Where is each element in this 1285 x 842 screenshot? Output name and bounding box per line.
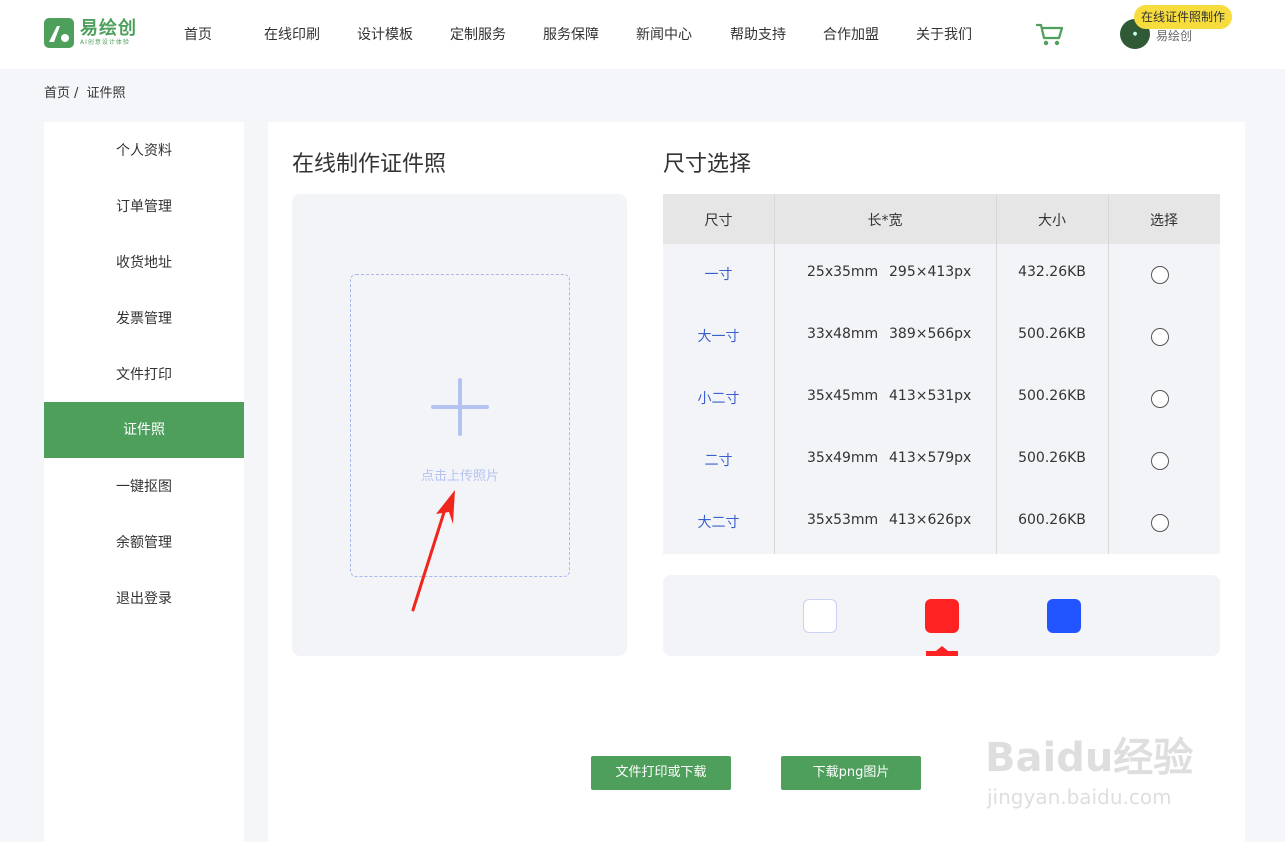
breadcrumb: 首页 / 证件照: [44, 82, 130, 101]
size-px: 389×566px: [889, 326, 972, 342]
file-size: 500.26KB: [1018, 326, 1086, 342]
cart-icon[interactable]: [1035, 22, 1065, 48]
logo-name: 易绘创: [80, 18, 137, 39]
download-png-button[interactable]: 下载png图片: [781, 756, 921, 790]
sidebar-item-profile[interactable]: 个人资料: [44, 123, 244, 179]
nav-help[interactable]: 帮助支持: [730, 24, 786, 44]
upload-panel: 点击上传照片: [292, 194, 627, 656]
background-color-panel: [663, 575, 1220, 656]
file-size: 432.26KB: [1018, 264, 1086, 280]
top-header: 易绘创 AI创意设计体验 首页 在线印刷 设计模板 定制服务 服务保障 新闻中心…: [0, 0, 1285, 69]
size-px: 413×531px: [889, 388, 972, 404]
header-size: 尺寸: [704, 213, 733, 229]
table-header: 尺寸 长*宽 大小 选择: [663, 194, 1220, 244]
selected-indicator: [926, 651, 958, 656]
sidebar: 个人资料 订单管理 收货地址 发票管理 文件打印 证件照 一键抠图 余额管理 退…: [44, 122, 244, 842]
nav-partnership[interactable]: 合作加盟: [823, 24, 879, 44]
size-name[interactable]: 大一寸: [663, 326, 774, 346]
size-mm: 35x49mm: [807, 450, 879, 466]
size-table: 尺寸 长*宽 大小 选择 一寸 25x35mm 295×413px 432.26…: [663, 194, 1220, 554]
header-select: 选择: [1150, 213, 1178, 229]
size-radio[interactable]: [1151, 390, 1169, 408]
nav-about[interactable]: 关于我们: [916, 24, 972, 44]
size-px: 413×626px: [889, 512, 972, 528]
nav-news[interactable]: 新闻中心: [636, 24, 692, 44]
sidebar-item-logout[interactable]: 退出登录: [44, 571, 244, 627]
nav-design-templates[interactable]: 设计模板: [357, 24, 413, 44]
size-radio[interactable]: [1151, 452, 1169, 470]
nav-home[interactable]: 首页: [184, 24, 212, 44]
size-mm: 25x35mm: [807, 264, 879, 280]
sidebar-item-invoice[interactable]: 发票管理: [44, 291, 244, 347]
sidebar-item-file-print[interactable]: 文件打印: [44, 347, 244, 403]
size-mm: 35x53mm: [807, 512, 879, 528]
print-download-button[interactable]: 文件打印或下载: [591, 756, 731, 790]
file-size: 600.26KB: [1018, 512, 1086, 528]
avatar-logo-icon: ●: [1132, 31, 1138, 37]
size-px: 295×413px: [889, 264, 972, 280]
logo-icon: [44, 18, 74, 48]
nav-online-print[interactable]: 在线印刷: [264, 24, 320, 44]
size-radio[interactable]: [1151, 328, 1169, 346]
nav-service-guarantee[interactable]: 服务保障: [543, 24, 599, 44]
header-filesize: 大小: [1038, 213, 1066, 229]
watermark-brand: Baidu经验: [985, 735, 1194, 781]
page-title: 在线制作证件照: [292, 152, 447, 177]
upload-hint: 点击上传照片: [420, 469, 499, 484]
sidebar-item-balance[interactable]: 余额管理: [44, 515, 244, 571]
sidebar-item-id-photo[interactable]: 证件照: [44, 402, 244, 458]
size-px: 413×579px: [889, 450, 972, 466]
breadcrumb-separator: /: [74, 86, 79, 101]
breadcrumb-current: 证件照: [86, 86, 126, 101]
size-name[interactable]: 大二寸: [663, 512, 774, 532]
file-size: 500.26KB: [1018, 450, 1086, 466]
upload-dropzone[interactable]: 点击上传照片: [350, 274, 570, 577]
baidu-watermark: Baidu经验 jingyan.baidu.com: [985, 705, 1225, 815]
file-size: 500.26KB: [1018, 388, 1086, 404]
logo-subtitle: AI创意设计体验: [80, 39, 130, 46]
sidebar-item-address[interactable]: 收货地址: [44, 235, 244, 291]
size-name[interactable]: 二寸: [663, 450, 774, 470]
feature-badge[interactable]: 在线证件照制作: [1134, 5, 1233, 29]
header-dimensions: 长*宽: [867, 213, 903, 229]
size-radio[interactable]: [1151, 514, 1169, 532]
white-swatch[interactable]: [803, 599, 837, 633]
sidebar-item-orders[interactable]: 订单管理: [44, 179, 244, 235]
sidebar-item-cutout[interactable]: 一键抠图: [44, 459, 244, 515]
size-name[interactable]: 一寸: [663, 264, 774, 284]
watermark-url: jingyan.baidu.com: [987, 785, 1172, 809]
nav-custom-service[interactable]: 定制服务: [450, 24, 506, 44]
size-section-title: 尺寸选择: [663, 152, 752, 177]
size-radio[interactable]: [1151, 266, 1169, 284]
size-name[interactable]: 小二寸: [663, 388, 774, 408]
size-mm: 35x45mm: [807, 388, 879, 404]
breadcrumb-home[interactable]: 首页: [44, 86, 70, 101]
username[interactable]: 易绘创: [1156, 27, 1192, 44]
size-mm: 33x48mm: [807, 326, 879, 342]
blue-swatch[interactable]: [1047, 599, 1081, 633]
red-swatch[interactable]: [925, 599, 959, 633]
logo[interactable]: 易绘创 AI创意设计体验: [44, 18, 137, 48]
